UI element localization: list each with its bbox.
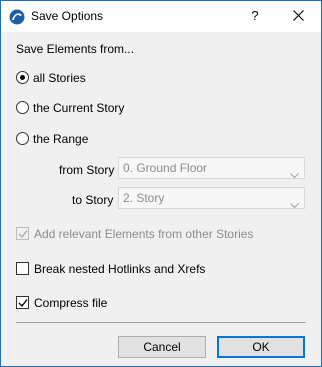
to-story-select[interactable]: 2. Story [118, 187, 305, 209]
checkbox[interactable] [16, 227, 29, 240]
checkbox[interactable] [16, 296, 29, 309]
to-story-value: 2. Story [123, 191, 165, 205]
chevron-down-icon [290, 195, 299, 215]
to-story-label: to Story [72, 193, 114, 207]
radio-button[interactable] [16, 71, 29, 84]
close-button[interactable] [283, 3, 313, 29]
separator [16, 322, 306, 323]
radio-button[interactable] [16, 101, 29, 114]
help-button[interactable]: ? [241, 3, 269, 29]
save-options-dialog: Save Options ? Save Elements from... all… [0, 0, 322, 367]
cancel-button[interactable]: Cancel [118, 336, 206, 358]
checkbox-label: Break nested Hotlinks and Xrefs [34, 262, 206, 276]
from-story-label: from Story [59, 163, 115, 177]
checkmark-icon [18, 230, 28, 239]
ok-button[interactable]: OK [217, 336, 305, 358]
radio-label: the Current Story [33, 101, 125, 115]
radio-label: all Stories [33, 71, 86, 85]
section-heading: Save Elements from... [16, 42, 135, 56]
window-title: Save Options [31, 9, 104, 23]
from-story-select[interactable]: 0. Ground Floor [118, 157, 305, 179]
checkbox-label: Add relevant Elements from other Stories [34, 227, 254, 241]
from-story-value: 0. Ground Floor [123, 161, 208, 175]
dialog-body: Save Elements from... all Stories the Cu… [1, 32, 321, 366]
checkbox-label: Compress file [34, 296, 108, 310]
checkmark-icon [18, 299, 28, 308]
chevron-down-icon [290, 165, 299, 185]
app-logo-icon [9, 9, 25, 25]
title-bar: Save Options ? [1, 1, 321, 32]
radio-button[interactable] [16, 132, 29, 145]
checkbox[interactable] [16, 262, 29, 275]
close-icon [292, 10, 304, 21]
radio-label: the Range [33, 132, 89, 146]
